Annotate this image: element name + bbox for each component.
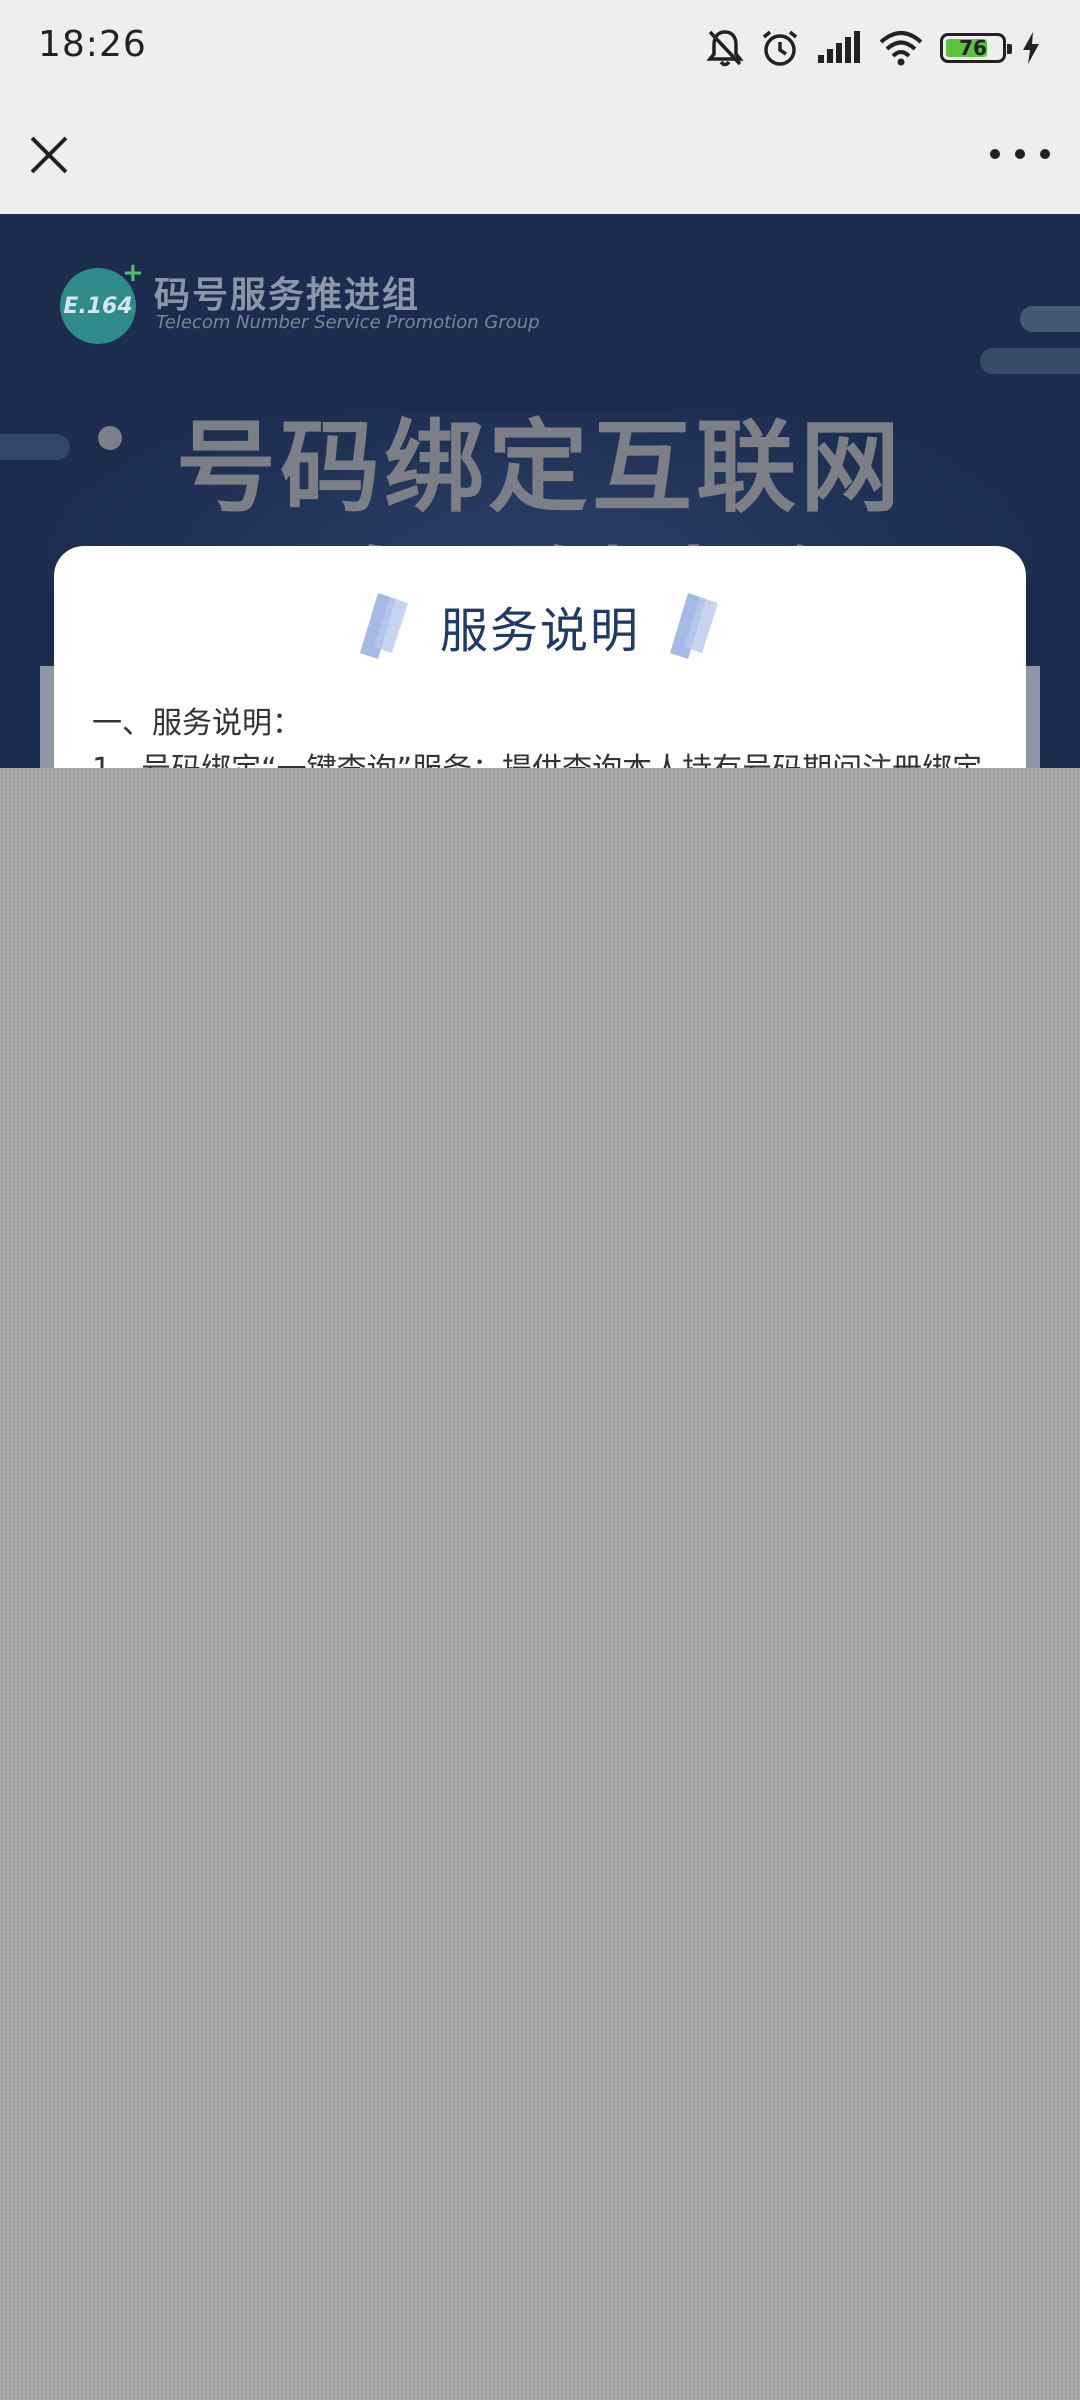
more-button[interactable]: [990, 136, 1050, 172]
title-decor-right-icon: [670, 593, 718, 659]
status-time: 18:26: [38, 24, 147, 65]
battery-level: 76: [959, 36, 987, 60]
decor-line: [980, 348, 1080, 374]
battery-icon: 76: [940, 33, 1012, 63]
org-name-en: Telecom Number Service Promotion Group: [156, 312, 540, 333]
title-decor-left-icon: [359, 593, 408, 659]
more-icon-dot: [1040, 149, 1050, 159]
service-info-modal: 服务说明 一、服务说明： 1、号码绑定“一键查询”服务：提供查询本人持有号码期间…: [54, 546, 1026, 768]
service-item-1: 1、号码绑定“一键查询”服务：提供查询本人持有号码期间注册绑定: [92, 744, 982, 768]
mute-bell-icon: [706, 30, 744, 67]
signal-icon: [818, 31, 860, 63]
banner-title-line1: 号码绑定互联网: [176, 409, 904, 526]
more-icon-dot: [1015, 149, 1025, 159]
nav-bar: [0, 96, 1080, 214]
wifi-icon: [879, 31, 923, 66]
status-bar: 18:26 76: [0, 0, 1080, 96]
close-button[interactable]: [24, 130, 74, 180]
battery-tip: [1007, 44, 1012, 54]
status-icons: 76: [706, 26, 1040, 70]
org-name-cn: 码号服务推进组: [154, 275, 421, 316]
modal-shadow-right: [1024, 666, 1040, 768]
charging-icon: [1023, 32, 1039, 64]
modal-title-row: 服务说明: [54, 590, 1026, 662]
loading-overlay: [0, 768, 1080, 2400]
logo-text: E.164: [63, 293, 133, 319]
section-heading: 一、服务说明：: [92, 706, 302, 741]
modal-title: 服务说明: [439, 603, 640, 659]
more-icon-dot: [990, 149, 1000, 159]
alarm-icon: [762, 30, 798, 66]
close-icon: [30, 136, 68, 174]
decor-line: [1020, 306, 1080, 332]
logo-plus-icon: +: [122, 258, 144, 288]
